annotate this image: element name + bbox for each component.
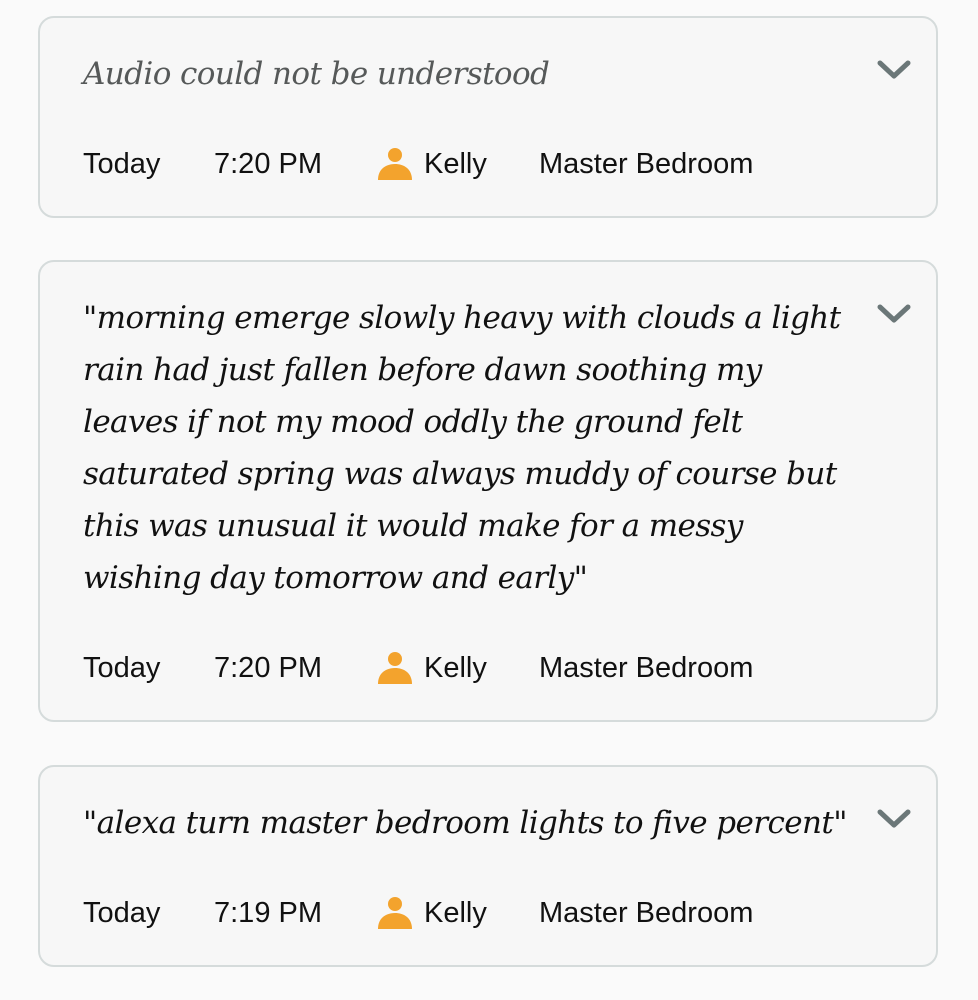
- activity-user: Kelly: [424, 897, 487, 929]
- activity-date: Today: [83, 897, 161, 929]
- person-icon: [378, 652, 412, 684]
- chevron-down-icon[interactable]: [876, 58, 912, 82]
- history-card[interactable]: "alexa turn master bedroom lights to fiv…: [38, 765, 938, 967]
- activity-user: Kelly: [424, 148, 487, 180]
- activity-time: 7:20 PM: [214, 148, 322, 180]
- transcript-text: "alexa turn master bedroom lights to fiv…: [83, 805, 848, 841]
- history-card[interactable]: Audio could not be understood Today 7:20…: [38, 16, 938, 218]
- activity-time: 7:20 PM: [214, 652, 322, 684]
- chevron-down-icon[interactable]: [876, 807, 912, 831]
- person-icon: [378, 148, 412, 180]
- transcript-text: Audio could not be understood: [83, 56, 550, 92]
- activity-time: 7:19 PM: [214, 897, 322, 929]
- activity-date: Today: [83, 148, 161, 180]
- transcript-text: "morning emerge slowly heavy with clouds…: [83, 300, 841, 596]
- chevron-down-icon[interactable]: [876, 302, 912, 326]
- activity-device: Master Bedroom: [539, 652, 754, 684]
- activity-device: Master Bedroom: [539, 148, 754, 180]
- activity-device: Master Bedroom: [539, 897, 754, 929]
- person-icon: [378, 897, 412, 929]
- history-card[interactable]: "morning emerge slowly heavy with clouds…: [38, 260, 938, 722]
- activity-user: Kelly: [424, 652, 487, 684]
- activity-date: Today: [83, 652, 161, 684]
